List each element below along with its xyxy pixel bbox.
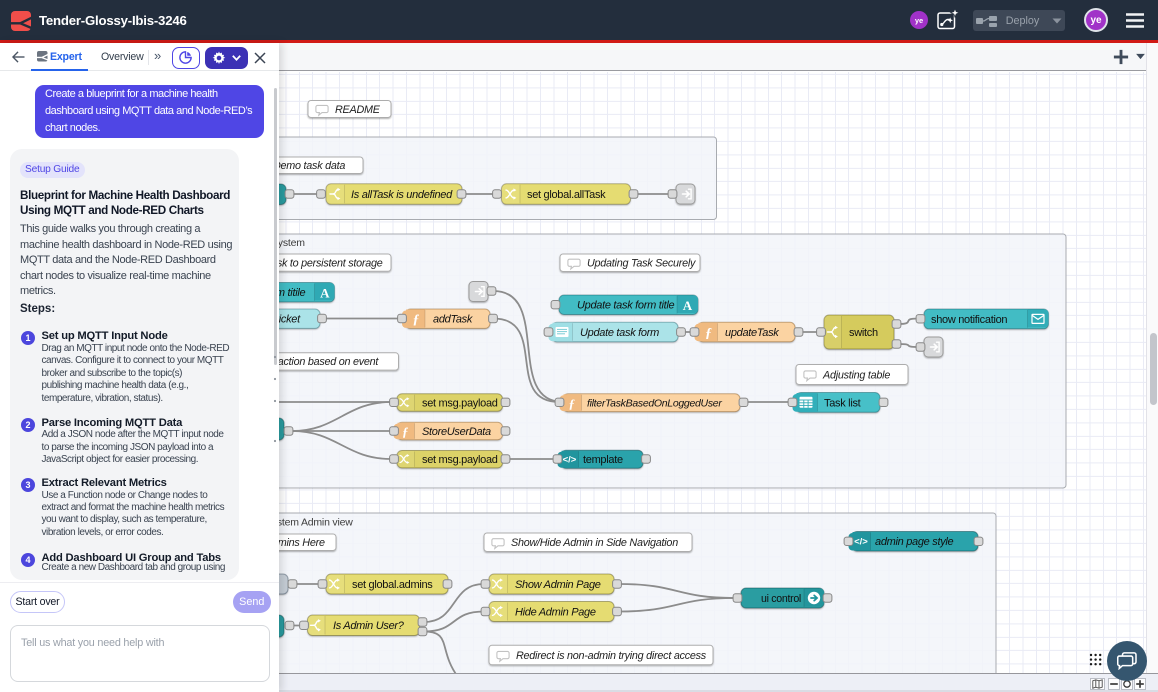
svg-text:ui control: ui control bbox=[761, 593, 801, 605]
svg-text:set global.admins: set global.admins bbox=[352, 579, 433, 591]
svg-text:filterTaskBasedOnLoggedUser: filterTaskBasedOnLoggedUser bbox=[587, 398, 722, 410]
svg-text:ƒ: ƒ bbox=[569, 396, 576, 411]
svg-text:StoreUserData: StoreUserData bbox=[422, 426, 491, 438]
svg-text:Update task form: Update task form bbox=[580, 327, 659, 339]
svg-text:updateTask: updateTask bbox=[725, 327, 779, 339]
svg-text:switch: switch bbox=[849, 327, 878, 339]
svg-text:set global.allTask: set global.allTask bbox=[527, 189, 606, 201]
svg-text:</>: </> bbox=[854, 537, 868, 548]
svg-text:addTask: addTask bbox=[433, 314, 473, 326]
svg-text:Hide Admin Page: Hide Admin Page bbox=[515, 606, 596, 618]
svg-text:set msg.payload: set msg.payload bbox=[422, 454, 498, 466]
svg-text:Is Admin User?: Is Admin User? bbox=[333, 620, 405, 632]
svg-text:README: README bbox=[335, 104, 381, 116]
svg-text:A: A bbox=[683, 298, 693, 313]
svg-text:Redirect is non-admin trying d: Redirect is non-admin trying direct acce… bbox=[516, 650, 707, 662]
svg-text:ƒ: ƒ bbox=[413, 313, 420, 328]
svg-text:Task list: Task list bbox=[824, 397, 861, 409]
svg-text:Demo task data: Demo task data bbox=[273, 160, 345, 172]
svg-text:Show Admin Page: Show Admin Page bbox=[515, 579, 601, 591]
svg-text:ƒ: ƒ bbox=[705, 326, 712, 341]
svg-text:Adjusting table: Adjusting table bbox=[822, 369, 890, 381]
svg-text:set msg.payload: set msg.payload bbox=[422, 397, 498, 409]
svg-text:ticket: ticket bbox=[276, 314, 301, 326]
svg-text:Show/Hide Admin in Side Naviga: Show/Hide Admin in Side Navigation bbox=[511, 537, 678, 549]
svg-text:Update task form title: Update task form title bbox=[577, 300, 675, 312]
svg-text:Is allTask is undefined: Is allTask is undefined bbox=[351, 189, 453, 201]
svg-text:admin page style: admin page style bbox=[875, 536, 954, 548]
svg-text:template: template bbox=[583, 454, 623, 466]
svg-text:show notification: show notification bbox=[931, 314, 1007, 326]
svg-text:A: A bbox=[320, 285, 330, 300]
svg-text:Updating Task Securely: Updating Task Securely bbox=[587, 258, 696, 270]
svg-text:</>: </> bbox=[563, 455, 577, 466]
svg-text:ƒ: ƒ bbox=[402, 424, 409, 439]
